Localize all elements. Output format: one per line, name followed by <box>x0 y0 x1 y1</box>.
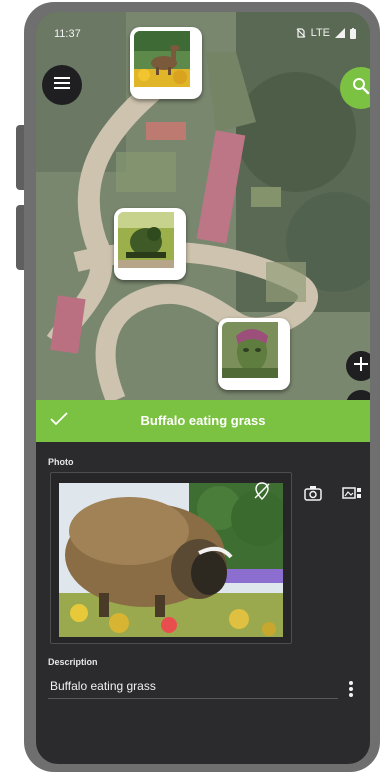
photo-marker-face[interactable] <box>218 318 290 390</box>
phone-screen: 11:37 LTE Buffalo eating grass Photo Des… <box>36 12 370 764</box>
gallery-icon[interactable] <box>342 485 362 506</box>
menu-button[interactable] <box>42 65 82 105</box>
photo-marker-deer[interactable] <box>130 27 202 99</box>
description-field[interactable]: Buffalo eating grass <box>48 676 338 699</box>
zoom-in-button[interactable] <box>346 351 370 381</box>
status-time: 11:37 <box>54 28 81 40</box>
network-type: LTE <box>310 27 330 39</box>
title-bar: Buffalo eating grass <box>36 400 370 442</box>
search-icon <box>352 77 370 100</box>
location-off-icon[interactable] <box>254 482 270 505</box>
photo-marker-gorilla[interactable] <box>114 208 186 280</box>
camera-icon[interactable] <box>304 485 322 506</box>
no-sim-icon <box>296 28 306 38</box>
plus-icon <box>354 356 368 376</box>
more-vertical-icon[interactable] <box>348 680 354 703</box>
side-button-upper <box>16 125 24 190</box>
battery-icon <box>350 27 356 39</box>
hamburger-menu-icon <box>54 76 70 94</box>
status-icons: LTE <box>296 27 356 39</box>
signal-icon <box>335 28 345 38</box>
map-view[interactable]: 11:37 LTE <box>36 12 370 400</box>
status-bar: 11:37 LTE <box>36 12 370 46</box>
description-label: Description <box>48 657 98 667</box>
photo-label: Photo <box>48 457 74 467</box>
satellite-terrain <box>36 12 370 400</box>
page-title: Buffalo eating grass <box>140 413 266 428</box>
description-value: Buffalo eating grass <box>50 679 156 693</box>
side-button-lower <box>16 205 24 270</box>
buffalo-photo[interactable] <box>59 483 283 637</box>
